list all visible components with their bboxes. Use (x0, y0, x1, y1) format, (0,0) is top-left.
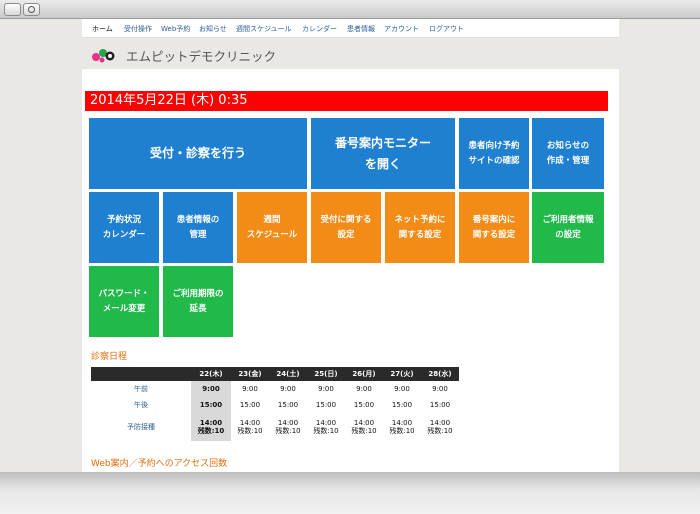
nav-patient-info[interactable]: 患者情報 (347, 24, 375, 34)
schedule-header-row: 22(木) 23(金) 24(土) 25(日) 26(月) 27(火) 28(水… (91, 367, 459, 381)
table-row: 午後 15:00 15:00 15:00 15:00 15:00 15:00 1… (91, 397, 459, 413)
reception-settings-button[interactable]: 受付に関する 設定 (311, 192, 381, 263)
nav-logout[interactable]: ログアウト (429, 24, 464, 34)
schedule-cell[interactable]: 14:00 残数:10 (269, 413, 307, 441)
schedule-section-title: 診察日程 (91, 352, 128, 362)
row-label-afternoon[interactable]: 午後 (91, 397, 191, 413)
schedule-cell[interactable]: 9:00 (345, 381, 383, 397)
nav-home[interactable]: ホーム (92, 24, 113, 34)
extend-period-button[interactable]: ご利用期限の 延長 (163, 266, 233, 337)
schedule-cell[interactable]: 14:00 残数:10 (421, 413, 459, 441)
schedule-cell[interactable]: 9:00 (383, 381, 421, 397)
schedule-header-day: 26(月) (345, 367, 383, 381)
schedule-table: 22(木) 23(金) 24(土) 25(日) 26(月) 27(火) 28(水… (91, 367, 459, 441)
nav-calendar[interactable]: カレンダー (302, 24, 337, 34)
site-header: エムピットデモクリニック (82, 38, 619, 69)
top-nav: ホーム 受付操作 Web予約 お知らせ 週間スケジュール カレンダー 患者情報 … (82, 19, 619, 38)
weekly-schedule-button[interactable]: 週間 スケジュール (237, 192, 307, 263)
net-booking-settings-button[interactable]: ネット予約に 関する設定 (385, 192, 455, 263)
clinic-dashboard: ホーム 受付操作 Web予約 お知らせ 週間スケジュール カレンダー 患者情報 … (82, 19, 619, 472)
schedule-cell[interactable]: 15:00 (383, 397, 421, 413)
patient-info-button[interactable]: 患者情報の 管理 (163, 192, 233, 263)
schedule-cell[interactable]: 9:00 (231, 381, 269, 397)
schedule-cell[interactable]: 15:00 (231, 397, 269, 413)
schedule-cell[interactable]: 15:00 (421, 397, 459, 413)
password-mail-button[interactable]: パスワード・ メール変更 (89, 266, 159, 337)
schedule-header-day: 24(土) (269, 367, 307, 381)
schedule-cell[interactable]: 14:00 残数:10 (307, 413, 345, 441)
schedule-header-day: 27(火) (383, 367, 421, 381)
nav-reception[interactable]: 受付操作 (124, 24, 152, 34)
access-section-title: Web案内／予約へのアクセス回数 (91, 459, 228, 469)
window-titlebar (0, 0, 700, 19)
record-icon[interactable] (23, 3, 40, 16)
clinic-name: エムピットデモクリニック (126, 49, 277, 64)
schedule-cell[interactable]: 14:00 残数:10 (231, 413, 269, 441)
user-info-settings-button[interactable]: ご利用者情報 の設定 (532, 192, 604, 263)
queue-settings-button[interactable]: 番号案内に 関する設定 (459, 192, 529, 263)
reception-button[interactable]: 受付・診察を行う (89, 118, 307, 189)
schedule-cell[interactable]: 9:00 (191, 381, 231, 397)
patient-booking-site-button[interactable]: 患者向け予約 サイトの確認 (459, 118, 529, 189)
schedule-cell[interactable]: 14:00 残数:10 (191, 413, 231, 441)
booking-calendar-button[interactable]: 予約状況 カレンダー (89, 192, 159, 263)
queue-monitor-button[interactable]: 番号案内モニター を開く (311, 118, 455, 189)
schedule-cell[interactable]: 15:00 (269, 397, 307, 413)
schedule-cell[interactable]: 15:00 (345, 397, 383, 413)
schedule-cell[interactable]: 15:00 (191, 397, 231, 413)
notice-create-button[interactable]: お知らせの 作成・管理 (532, 118, 604, 189)
schedule-cell[interactable]: 14:00 残数:10 (383, 413, 421, 441)
nav-web-booking[interactable]: Web予約 (161, 24, 190, 34)
nav-account[interactable]: アカウント (384, 24, 419, 34)
window-button[interactable] (4, 3, 21, 16)
row-label-vaccination[interactable]: 予防接種 (91, 413, 191, 441)
schedule-header-day: 22(木) (191, 367, 231, 381)
schedule-cell[interactable]: 9:00 (307, 381, 345, 397)
schedule-cell[interactable]: 14:00 残数:10 (345, 413, 383, 441)
schedule-header-day: 23(金) (231, 367, 269, 381)
clinic-logo-icon (92, 49, 115, 63)
schedule-header-day: 25(日) (307, 367, 345, 381)
nav-weekly-schedule[interactable]: 週間スケジュール (236, 24, 292, 34)
row-label-morning[interactable]: 午前 (91, 381, 191, 397)
page-margin (0, 19, 82, 472)
table-row: 午前 9:00 9:00 9:00 9:00 9:00 9:00 9:00 (91, 381, 459, 397)
current-datetime: 2014年5月22日 (木) 0:35 (85, 91, 608, 111)
window-bottom-edge (0, 472, 700, 514)
schedule-cell[interactable]: 15:00 (307, 397, 345, 413)
schedule-header-day: 28(水) (421, 367, 459, 381)
schedule-cell[interactable]: 9:00 (269, 381, 307, 397)
schedule-cell[interactable]: 9:00 (421, 381, 459, 397)
table-row: 予防接種 14:00 残数:10 14:00 残数:10 14:00 残数:10… (91, 413, 459, 441)
nav-notices[interactable]: お知らせ (199, 24, 227, 34)
schedule-header-blank (91, 367, 191, 381)
